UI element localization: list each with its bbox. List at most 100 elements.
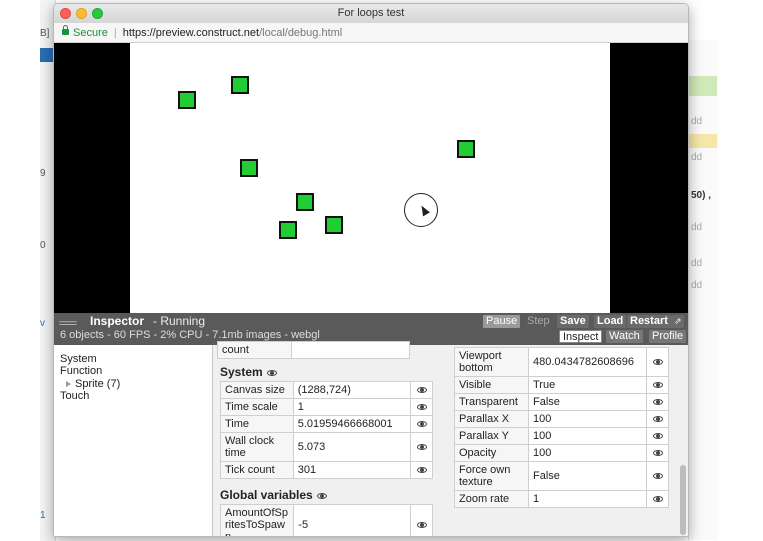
watch-cell[interactable] — [410, 381, 433, 399]
property-value[interactable]: 100 — [528, 444, 647, 462]
step-button[interactable]: Step — [524, 315, 553, 328]
property-value — [291, 341, 410, 359]
address-bar[interactable]: Secure | https://preview.construct.net/loc… — [54, 23, 688, 43]
watch-cell[interactable] — [646, 347, 669, 377]
eye-icon[interactable] — [652, 473, 663, 480]
property-value[interactable]: 480.0434782608696 — [528, 347, 647, 377]
eye-icon[interactable] — [652, 359, 663, 366]
url-host: https://preview.construct.net — [122, 27, 260, 39]
property-value[interactable]: 100 — [528, 410, 647, 428]
game-canvas[interactable] — [130, 43, 610, 313]
background-green-row — [689, 76, 717, 96]
property-value[interactable]: 301 — [292, 461, 412, 479]
background-yellow-row — [689, 134, 717, 148]
eye-icon[interactable] — [652, 382, 663, 389]
tab-profile[interactable]: Profile — [649, 330, 687, 343]
load-button[interactable]: Load — [594, 315, 627, 328]
property-value[interactable]: 1 — [528, 490, 647, 508]
table-row: count — [217, 341, 410, 359]
sprite[interactable] — [279, 221, 297, 239]
pause-button[interactable]: Pause — [483, 315, 521, 328]
watch-cell[interactable] — [646, 461, 669, 491]
watch-cell[interactable] — [410, 504, 433, 536]
pointer-arrow-icon — [418, 203, 430, 217]
eye-icon[interactable] — [652, 399, 663, 406]
watch-cell[interactable] — [410, 415, 433, 433]
property-key: Zoom rate — [454, 490, 529, 508]
eye-icon[interactable] — [652, 416, 663, 423]
watch-cell[interactable] — [410, 432, 433, 462]
tab-watch[interactable]: Watch — [606, 330, 643, 343]
maximize-window-button[interactable] — [92, 8, 103, 19]
partial-properties-table: count — [217, 341, 410, 359]
property-value[interactable]: 5.01959466668001 — [292, 415, 412, 433]
sprite[interactable] — [178, 91, 196, 109]
property-key: Tick count — [220, 461, 294, 479]
eye-icon[interactable] — [416, 444, 427, 451]
property-key: Force own texture — [454, 461, 529, 491]
drag-handle-icon[interactable]: ==== — [59, 318, 77, 328]
eye-icon[interactable] — [416, 404, 427, 411]
property-key: count — [217, 341, 292, 359]
tree-item-function[interactable]: Function — [60, 365, 102, 377]
sprite[interactable] — [325, 216, 343, 234]
background-fragment: dd — [691, 152, 703, 163]
popout-icon[interactable]: ⇗ — [671, 315, 684, 328]
eye-icon[interactable] — [416, 467, 427, 474]
tree-item-touch[interactable]: Touch — [60, 390, 89, 402]
inspector-body: System Function Sprite (7) Touch count S… — [54, 341, 688, 536]
sprite[interactable] — [231, 76, 249, 94]
property-value[interactable]: False — [528, 461, 647, 491]
watch-cell[interactable] — [410, 398, 433, 416]
background-fragment: dd — [691, 258, 703, 269]
expand-arrow-icon[interactable] — [66, 381, 71, 387]
property-value[interactable]: False — [528, 393, 647, 411]
tree-item-system[interactable]: System — [60, 353, 97, 365]
property-value[interactable]: (1288,724) — [292, 381, 412, 399]
background-right-panel: dd dd 50) , dd dd dd — [688, 40, 718, 540]
property-value[interactable]: 100 — [528, 427, 647, 445]
property-value[interactable]: -5 — [293, 504, 412, 536]
sprite[interactable] — [457, 140, 475, 158]
eye-icon[interactable] — [416, 387, 427, 394]
sprite[interactable] — [296, 193, 314, 211]
property-value[interactable]: True — [528, 376, 647, 394]
sprite[interactable] — [240, 159, 258, 177]
system-section-title: System — [220, 365, 277, 379]
minimize-window-button[interactable] — [76, 8, 87, 19]
inspector-scrollbar[interactable] — [680, 465, 686, 535]
property-value[interactable]: 5.073 — [292, 432, 412, 462]
eye-icon[interactable] — [266, 369, 277, 376]
eye-icon[interactable] — [652, 496, 663, 503]
background-fragment: dd — [691, 280, 703, 291]
table-row: Transparent False — [454, 393, 669, 411]
tree-item-sprite[interactable]: Sprite (7) — [66, 378, 120, 390]
background-fragment: 0 — [40, 240, 46, 251]
property-value[interactable]: 1 — [292, 398, 412, 416]
watch-cell[interactable] — [646, 376, 669, 394]
background-fragment: 1 — [40, 510, 46, 521]
close-window-button[interactable] — [60, 8, 71, 19]
eye-icon[interactable] — [652, 450, 663, 457]
watch-cell[interactable] — [646, 444, 669, 462]
watch-cell[interactable] — [646, 427, 669, 445]
eye-icon[interactable] — [416, 421, 427, 428]
eye-icon[interactable] — [316, 492, 327, 499]
property-key: Wall clock time — [220, 432, 294, 462]
table-row: Viewport bottom 480.0434782608696 — [454, 347, 669, 377]
watch-cell[interactable] — [410, 461, 433, 479]
lock-icon — [62, 25, 69, 35]
eye-icon[interactable] — [652, 433, 663, 440]
eye-icon[interactable] — [416, 522, 427, 529]
watch-cell[interactable] — [646, 410, 669, 428]
object-tree: System Function Sprite (7) Touch — [54, 345, 213, 536]
restart-button[interactable]: Restart — [627, 315, 671, 328]
table-row: Time 5.01959466668001 — [220, 415, 433, 433]
window-titlebar: For loops test — [54, 4, 688, 23]
performance-stats: 6 objects - 60 FPS - 2% CPU - 7.1mb imag… — [60, 329, 320, 341]
tab-inspect[interactable]: Inspect — [559, 330, 603, 343]
save-button[interactable]: Save — [557, 315, 589, 328]
global-variables-table: AmountOfSpritesToSpawn -5 — [219, 504, 433, 536]
watch-cell[interactable] — [646, 393, 669, 411]
watch-cell[interactable] — [646, 490, 669, 508]
